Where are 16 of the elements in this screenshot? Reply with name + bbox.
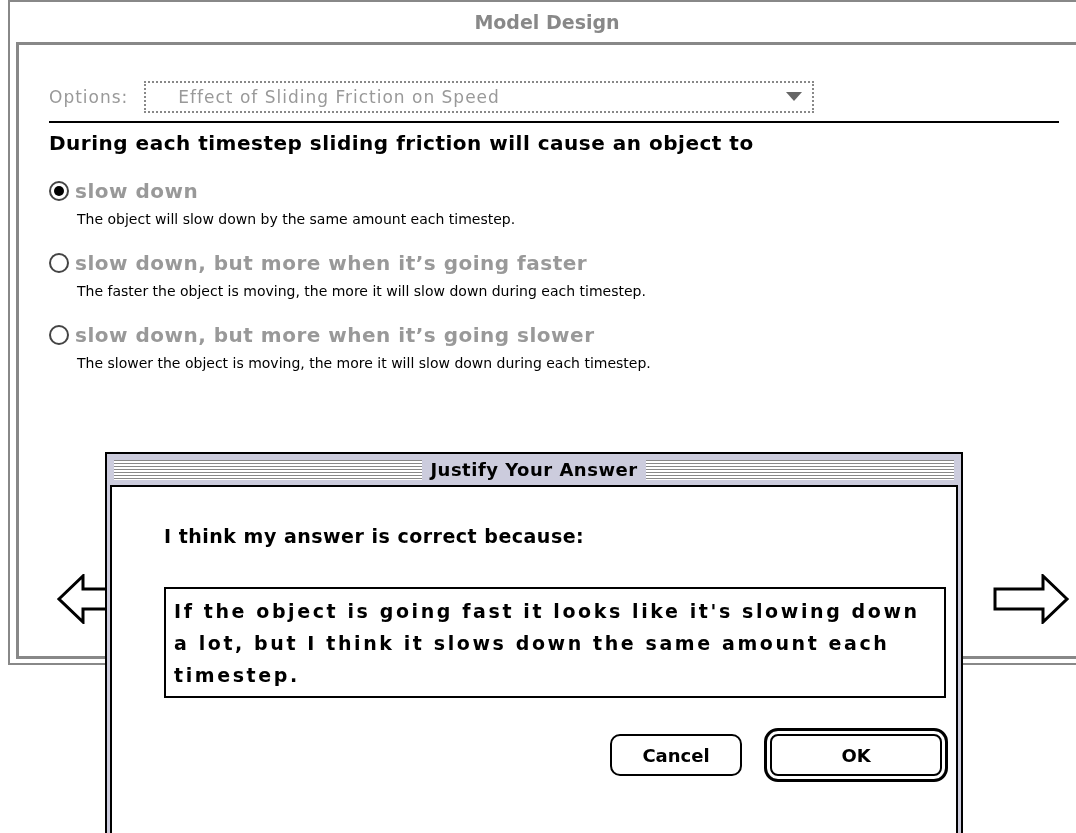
question-text: During each timestep sliding friction will cause an object to xyxy=(49,131,755,155)
answer-field[interactable]: If the object is going fast it looks like it's slowing down a lot, but I think it slows down the same amount each timestep. xyxy=(164,587,946,698)
window-title: Model Design xyxy=(474,11,620,33)
right-arrow-icon[interactable] xyxy=(993,574,1069,624)
options-label: Options: xyxy=(49,87,129,107)
choice-label: slow down xyxy=(75,179,199,203)
choice-description: The slower the object is moving, the more it will slow down during each timestep. xyxy=(77,355,652,371)
choice-label: slow down, but more when it’s going faster xyxy=(75,251,588,275)
ok-button[interactable]: OK xyxy=(764,728,948,782)
prompt-text: I think my answer is correct because: xyxy=(164,525,586,547)
cancel-button[interactable]: Cancel xyxy=(610,734,742,776)
choice-description: The object will slow down by the same amount each timestep. xyxy=(77,211,517,227)
choice-description: The faster the object is moving, the more it will slow down during each timestep. xyxy=(77,283,647,299)
choice-label: slow down, but more when it’s going slower xyxy=(75,323,595,347)
caret-icon xyxy=(786,92,803,102)
dialog-title: Justify Your Answer xyxy=(430,459,638,480)
